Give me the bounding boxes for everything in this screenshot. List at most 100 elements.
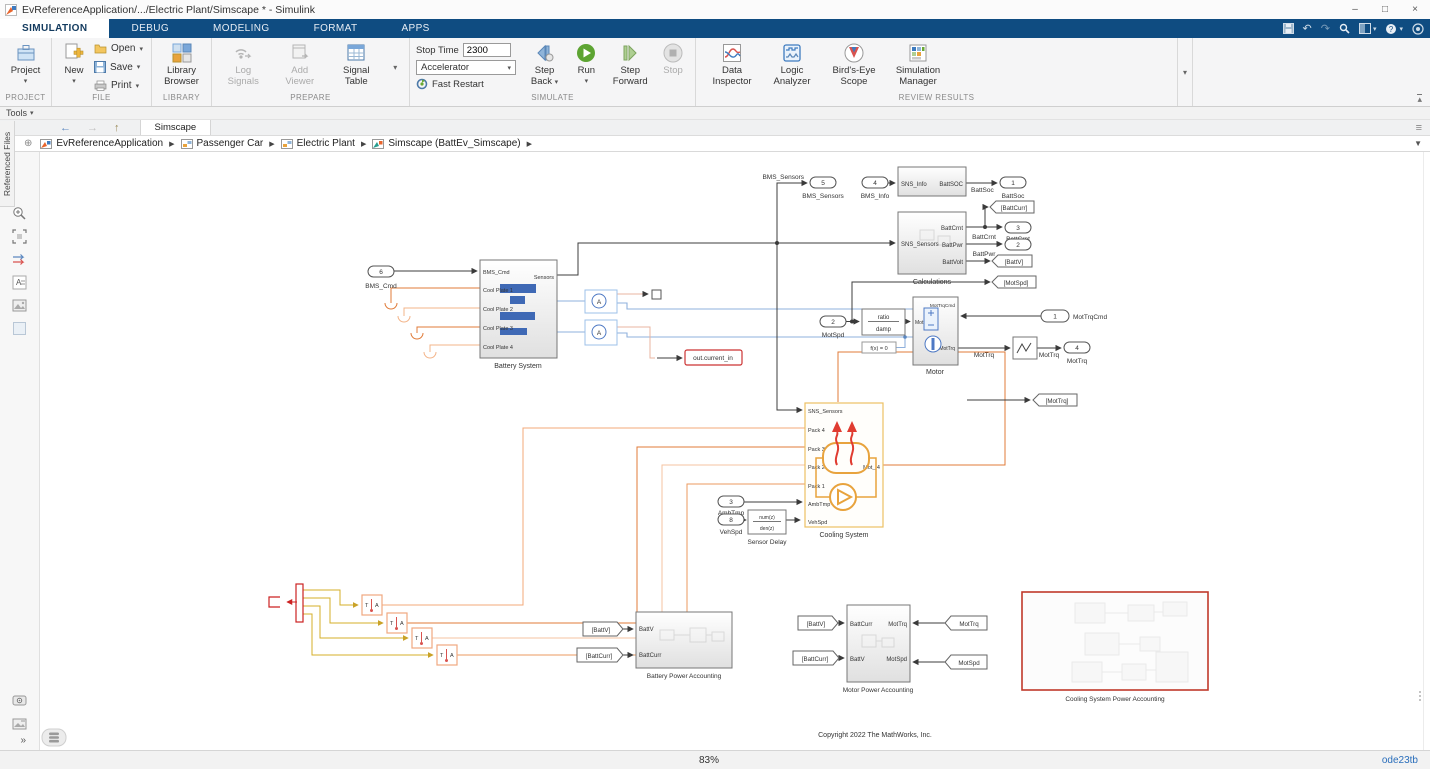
close-button[interactable]: × [1400,0,1430,19]
breadcrumb-item-simscape[interactable]: Simscape (BattEv_Simscape) [372,138,520,149]
model-data-access-button[interactable] [42,729,66,746]
save-dropdown-icon[interactable]: ▾ [137,63,141,71]
ratio-damp-block[interactable]: ratio damp [862,309,905,335]
data-inspector-button[interactable]: Data Inspector [706,41,758,87]
bms-info-subsystem-block[interactable]: SNS_Info BattSOC [898,167,966,196]
open-button[interactable]: Open▾ [94,43,143,54]
tab-debug[interactable]: DEBUG [109,19,191,38]
help-dropdown-icon[interactable]: ▾ [1399,25,1403,33]
fast-restart-toggle[interactable]: Fast Restart [416,78,518,90]
simulation-mode-select[interactable]: Accelerator▾ [416,60,516,75]
more-tools-icon[interactable]: » [20,735,26,746]
birds-eye-scope-button[interactable]: Bird's-Eye Scope [826,41,882,87]
viewmark-icon[interactable] [11,320,28,337]
from-motspd-tag[interactable]: MotSpd [945,655,987,669]
breadcrumb-item-passenger-car[interactable]: Passenger Car [181,138,264,149]
layout-icon[interactable]: ▾ [1359,23,1377,34]
print-dropdown-icon[interactable]: ▾ [136,82,140,90]
nav-up-icon[interactable]: ↑ [114,122,120,134]
image-icon[interactable] [11,297,28,314]
step-back-dropdown-icon[interactable]: ▾ [555,79,559,86]
logic-analyzer-button[interactable]: Logic Analyzer [766,41,818,87]
inport-mottrqcmd[interactable]: 1 MotTrqCmd [1041,310,1107,322]
tab-simulation[interactable]: SIMULATION [0,19,109,38]
tab-list-icon[interactable]: ≡ [1416,122,1422,134]
inport-vehspd[interactable]: 8 VehSpd [718,514,744,536]
sensor-delay-block[interactable]: num(z) den(z) Sensor Delay [747,510,787,546]
outport-bms-sensors[interactable]: 5 BMS_Sensors [802,177,844,200]
zoom-region-icon[interactable] [11,205,28,222]
breadcrumb-item-electric-plant[interactable]: Electric Plant [281,138,355,149]
to-workspace-block[interactable]: out.current_in [685,350,742,365]
prepare-gallery-dropdown[interactable]: ▾ [388,41,403,93]
project-button[interactable]: Project ▾ [4,41,47,87]
from-battcurr-tag[interactable]: [BattCurr] [793,651,839,665]
motor-power-accounting-block[interactable]: BattCurr BattV MotTrq MotSpd Motor Power… [843,605,914,694]
inport-bms-cmd[interactable]: 6 BMS_Cmd [365,266,397,290]
tab-modeling[interactable]: MODELING [191,19,292,38]
temperature-sensor-block[interactable]: T A [412,628,432,648]
battery-system-block[interactable]: BMS_Cmd Cool Plate 1 Cool Plate 2 Cool P… [480,260,557,370]
temperature-sensor-block[interactable]: T A [387,613,407,633]
save-button[interactable]: Save▾ [94,61,143,73]
outport-battsoc[interactable]: 1 BattSoc [1000,177,1026,200]
outport-mottrq[interactable]: 4 MotTrq [1064,342,1090,365]
solver-config-block[interactable]: f(x) = 0 [862,342,896,353]
redo-icon[interactable]: ↷ [1321,22,1330,35]
current-sensor-block[interactable]: A [585,320,617,345]
cooling-power-accounting-block[interactable]: Cooling System Power Accounting [1022,592,1208,703]
fit-to-view-icon[interactable] [11,228,28,245]
library-browser-button[interactable]: Library Browser [157,41,207,87]
step-back-button[interactable]: Step Back ▾ [524,41,566,88]
step-forward-button[interactable]: Step Forward [607,41,653,87]
stop-time-input[interactable] [463,43,511,57]
capture-icon[interactable] [11,715,28,732]
referenced-files-tab[interactable]: Referenced Files [0,121,15,207]
tab-apps[interactable]: APPS [379,19,451,38]
maximize-button[interactable]: □ [1370,0,1400,19]
connection-label-tag[interactable] [269,597,280,607]
current-sensor-block[interactable]: A [585,290,617,313]
terminator-block[interactable] [652,290,661,299]
log-signals-button[interactable]: Log Signals [218,41,268,87]
document-tab-simscape[interactable]: Simscape [140,120,212,135]
review-gallery-dropdown[interactable]: ▾ [1178,38,1193,106]
open-dropdown-icon[interactable]: ▾ [139,45,143,53]
motor-block[interactable]: MotTrqCmd MotSpd MotTrq Motor [913,297,958,376]
solver-name[interactable]: ode23tb [749,755,1430,766]
goto-motspd-tag[interactable]: [MotSpd] [992,276,1036,288]
goto-battcurr-tag[interactable]: [BattCurr] [990,201,1034,213]
temperature-sensor-block[interactable]: T A [437,645,457,665]
new-dropdown-icon[interactable]: ▾ [72,77,76,88]
add-viewer-button[interactable]: Add Viewer [275,41,325,87]
model-canvas[interactable]: BMS_Cmd Cool Plate 1 Cool Plate 2 Cool P… [40,152,1430,750]
calculations-block[interactable]: SNS_Sensors BattCrnt BattPwr BattVolt Ca… [898,212,966,286]
tab-format[interactable]: FORMAT [292,19,380,38]
print-button[interactable]: Print▾ [94,80,143,91]
temperature-sensor-block[interactable]: T A [362,595,382,615]
stop-button[interactable]: Stop [655,41,691,77]
from-battcurr-tag[interactable]: [BattCurr] [577,648,623,662]
goto-battv-tag[interactable]: [BattV] [992,255,1032,267]
new-button[interactable]: New ▾ [56,41,92,87]
nav-back-icon[interactable]: ← [60,122,71,134]
cooling-system-block[interactable]: SNS_Sensors Pack 4 Pack 3 Pack 2 Pack 1 … [805,403,883,539]
signal-table-button[interactable]: Signal Table [331,41,381,87]
model-browser-icon[interactable] [11,692,28,709]
referenced-files-expand-icon[interactable]: ⊕ [24,138,32,149]
search-icon[interactable] [1339,23,1350,34]
simulation-manager-button[interactable]: Simulation Manager [890,41,946,87]
project-dropdown-icon[interactable]: ▾ [24,77,28,88]
inport-motspd[interactable]: 2 MotSpd [820,316,846,339]
help-icon[interactable]: ?▾ [1385,23,1403,35]
goto-mottrq-tag[interactable]: [MotTrq] [1033,394,1077,406]
annotation-icon[interactable]: A [11,274,28,291]
account-icon[interactable] [1412,23,1424,35]
tools-dropdown-icon[interactable]: ▾ [30,109,34,117]
quick-save-icon[interactable] [1283,23,1294,34]
from-battv-tag[interactable]: [BattV] [798,616,838,630]
canvas-scrollbar[interactable] [1419,152,1423,750]
bus-selector[interactable] [296,584,303,622]
collapse-ribbon-icon[interactable]: ▴ [1417,94,1422,103]
from-mottrq-tag[interactable]: MotTrq [945,616,987,630]
